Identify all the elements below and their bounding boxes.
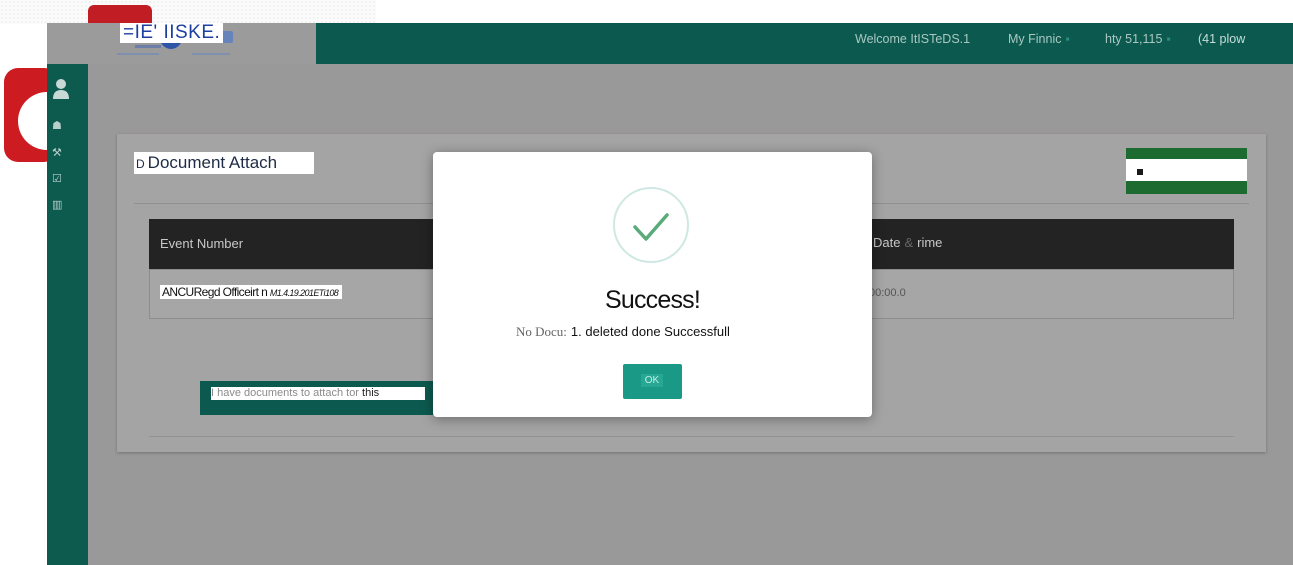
date-time-cell: 00:00.0 [869, 287, 906, 299]
checklist-icon[interactable]: ☑ [52, 172, 62, 186]
divider [149, 436, 1234, 437]
caret-icon: ▪ [1065, 32, 1070, 46]
dialog-message: No Docu: 1. deleted done Successfull [516, 324, 730, 339]
logo-subtext [117, 53, 159, 55]
logo-subtext [135, 45, 161, 48]
caret-icon: ▪ [1166, 32, 1171, 46]
welcome-user-link[interactable]: Welcome ItISTeDS.1 [855, 32, 970, 46]
bar-chart-icon[interactable]: ▥ [52, 198, 62, 212]
logo-subtext [192, 53, 230, 55]
ok-button[interactable]: OK [623, 364, 682, 399]
success-check-icon [613, 187, 689, 263]
page-title: D Document Attach [134, 152, 314, 174]
brand-area[interactable]: =IE' IISKE. [47, 23, 316, 64]
brand-logo-text: =IE' IISKE. [120, 23, 224, 43]
menu-item-2[interactable]: hty 51,115 ▪ [1105, 32, 1171, 46]
dashboard-icon[interactable]: ☗ [52, 119, 62, 133]
menu-item-3[interactable]: (41 plow [1198, 32, 1245, 46]
back-icon [1137, 169, 1143, 175]
attach-documents-button[interactable]: I have documents to attach tor this [200, 381, 455, 415]
sidebar: ☗ ⚒ ☑ ▥ [47, 64, 88, 565]
column-header-date-time: Date & rime [873, 235, 943, 250]
dialog-title: Success! [604, 286, 701, 314]
top-navbar: =IE' IISKE. Welcome ItISTeDS.1 My Finnic… [47, 23, 1293, 64]
gavel-icon[interactable]: ⚒ [52, 146, 62, 160]
column-header-event-number: Event Number [160, 236, 244, 251]
menu-my-finnic[interactable]: My Finnic ▪ [1008, 32, 1070, 46]
success-dialog: Success! No Docu: 1. deleted done Success… [433, 152, 872, 417]
back-button[interactable] [1126, 148, 1247, 194]
background-dots [0, 0, 376, 24]
event-number-cell: ANCURegd Officeirt n M1.4.19.201ETi108 [160, 285, 343, 299]
user-icon[interactable] [52, 78, 70, 100]
